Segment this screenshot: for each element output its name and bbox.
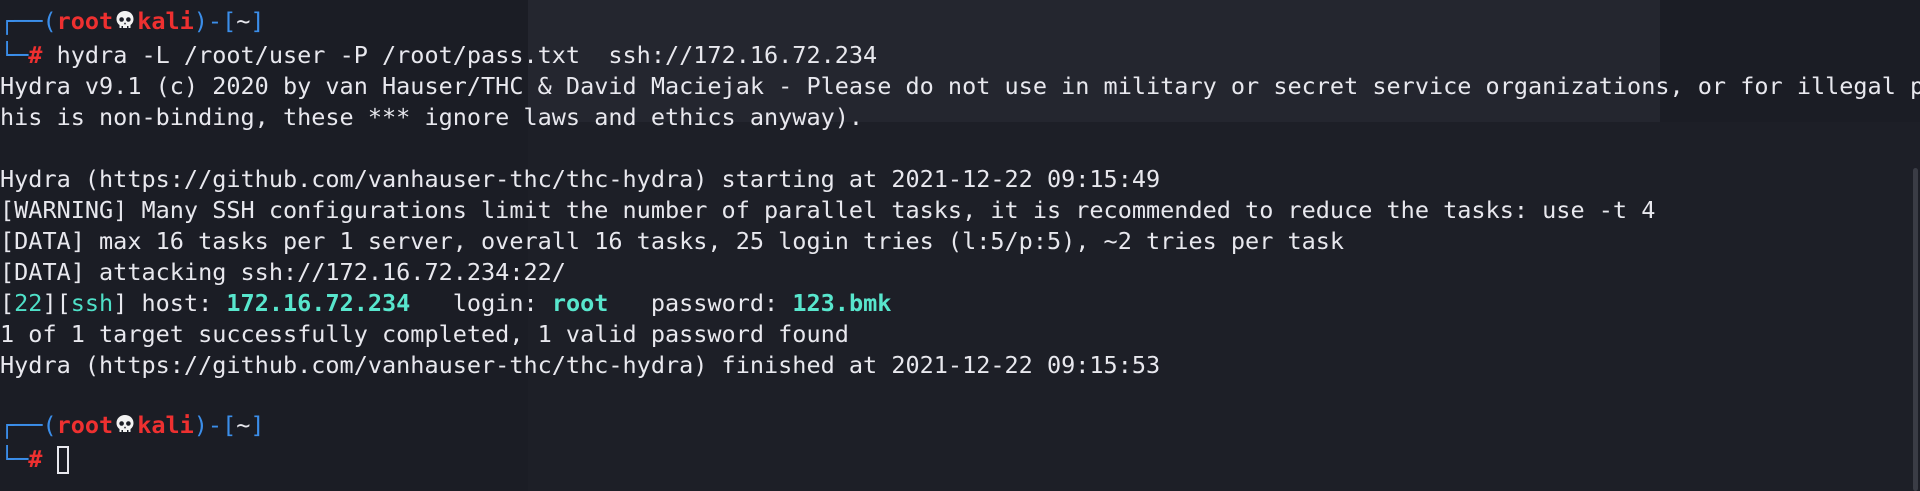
output-warning-line: [WARNING] Many SSH configurations limit … [0,196,1656,224]
found-password-label: password: [608,289,793,317]
found-host-label: host: [127,289,227,317]
skull-icon [116,11,134,28]
prompt-dir-close: ] [250,7,265,35]
prompt-corner-top: ┌──( [0,7,57,35]
output-starting-line: Hydra (https://github.com/vanhauser-thc/… [0,165,1161,193]
prompt-host: kali [137,411,194,439]
input-line[interactable]: └─# [0,444,69,475]
prompt-corner-bottom: └─ [0,445,29,473]
found-port: 22 [14,289,43,317]
found-host: 172.16.72.234 [226,289,411,317]
prompt-dir-close: ] [250,411,265,439]
prompt-header-line-2: ┌──(root kali)-[~] [0,410,265,441]
prompt-hash: # [28,445,43,473]
found-login: root [551,289,609,317]
text-cursor[interactable] [56,446,69,474]
prompt-dir: ~ [236,411,251,439]
prompt-corner-top: ┌──( [0,411,57,439]
prompt-header-line: ┌──(root kali)-[~] [0,6,265,37]
found-service: ssh [70,289,114,317]
prompt-corner-bottom: └─ [0,41,29,69]
output-banner-line-1: Hydra v9.1 (c) 2020 by van Hauser/THC & … [0,72,1920,100]
prompt-dir-open: )-[ [193,7,237,35]
scrollbar-thumb[interactable] [1913,168,1918,491]
prompt-dir: ~ [236,7,251,35]
prompt-host: kali [137,7,194,35]
prompt-dir-open: )-[ [193,411,237,439]
scrollbar[interactable] [1910,0,1920,491]
prompt-hash: # [28,41,43,69]
output-finished-line: Hydra (https://github.com/vanhauser-thc/… [0,351,1161,379]
prompt-user: root [56,7,114,35]
skull-icon [116,415,134,432]
output-data-line-1: [DATA] max 16 tasks per 1 server, overal… [0,227,1345,255]
command-text: hydra -L /root/user -P /root/pass.txt ss… [42,41,878,69]
found-login-label: login: [410,289,552,317]
output-found-line: [22][ssh] host: 172.16.72.234 login: roo… [0,289,892,317]
command-line: └─# hydra -L /root/user -P /root/pass.tx… [0,40,877,71]
terminal-window[interactable]: ┌──(root kali)-[~] └─# hydra -L /root/use… [0,0,1920,491]
output-banner-line-2: his is non-binding, these *** ignore law… [0,103,864,131]
found-password: 123.bmk [792,289,892,317]
output-summary-line: 1 of 1 target successfully completed, 1 … [0,320,849,348]
prompt-user: root [56,411,114,439]
output-data-line-2: [DATA] attacking ssh://172.16.72.234:22/ [0,258,566,286]
